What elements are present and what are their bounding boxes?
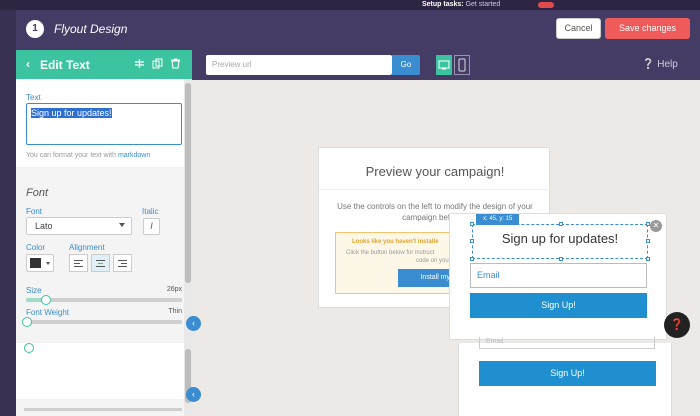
- resize-handle[interactable]: [470, 222, 474, 226]
- markdown-link[interactable]: markdown: [118, 152, 150, 159]
- italic-label: Italic: [142, 207, 159, 216]
- card-divider: [319, 189, 551, 190]
- layers-icon[interactable]: [134, 58, 145, 69]
- preview-title: Preview your campaign!: [365, 164, 505, 179]
- chevron-down-icon: [119, 223, 125, 227]
- flyout-preview: ✕ x: 45, y: 15 Sign up for updates! Emai…: [449, 213, 667, 340]
- text-input[interactable]: Sign up for updates!: [26, 103, 182, 145]
- resize-handle[interactable]: [559, 257, 563, 261]
- help-link[interactable]: ❔ Help: [642, 59, 678, 70]
- coordinate-tooltip: x: 45, y: 15: [476, 214, 520, 225]
- preview-url-input[interactable]: Preview url: [206, 55, 392, 75]
- trash-icon[interactable]: [170, 58, 181, 69]
- align-left-button[interactable]: [69, 254, 88, 272]
- markdown-hint: You can format your text with markdown: [26, 152, 150, 159]
- close-icon[interactable]: ✕: [650, 220, 662, 232]
- font-section-title: Font: [26, 187, 49, 199]
- preview-toolbar: Preview url Go ❔ Help: [192, 50, 700, 80]
- panel-header: ‹ Edit Text: [16, 50, 192, 79]
- resize-handle[interactable]: [470, 257, 474, 261]
- weight-row: Font Weight Thin: [26, 308, 182, 317]
- weight-label: Font Weight: [26, 308, 69, 317]
- align-right-button[interactable]: [113, 254, 132, 272]
- lower-canvas: Email Sign Up!: [192, 337, 700, 416]
- save-changes-button[interactable]: Save changes: [605, 18, 690, 39]
- collapse-panel-icon[interactable]: ‹: [186, 316, 201, 331]
- ghost-handle: [24, 343, 34, 353]
- page-title: Flyout Design: [54, 22, 128, 36]
- lower-signup-button[interactable]: Sign Up!: [479, 361, 656, 386]
- chat-icon[interactable]: ❓: [664, 312, 690, 338]
- help-icon: ❔: [642, 59, 655, 70]
- warning-title: Looks like you haven't installe: [352, 239, 439, 245]
- lower-flyout: Email Sign Up!: [458, 337, 672, 416]
- cancel-button[interactable]: Cancel: [556, 18, 601, 39]
- resize-handle[interactable]: [646, 257, 650, 261]
- hint-text: You can format your text with: [26, 152, 117, 159]
- lower-scrollbar[interactable]: [184, 343, 192, 416]
- color-picker[interactable]: [26, 254, 54, 272]
- font-value: Lato: [35, 221, 53, 231]
- lower-email-field[interactable]: Email: [479, 337, 655, 349]
- signup-button[interactable]: Sign Up!: [470, 293, 647, 318]
- size-value: 26px: [166, 286, 182, 293]
- flyout-design-header: 1 Flyout Design Cancel Save changes: [16, 10, 700, 50]
- size-slider[interactable]: [26, 295, 182, 305]
- weight-value: Thin: [168, 308, 182, 315]
- weight-slider-handle[interactable]: [22, 317, 32, 327]
- alignment-label: Alignment: [69, 243, 105, 252]
- mobile-icon[interactable]: [454, 55, 470, 75]
- size-slider-handle[interactable]: [41, 295, 51, 305]
- panel-title: Edit Text: [40, 58, 90, 72]
- font-select[interactable]: Lato: [26, 217, 132, 235]
- setup-tasks-text: Get started: [465, 1, 501, 8]
- resize-handle[interactable]: [559, 222, 563, 226]
- resize-handle[interactable]: [646, 222, 650, 226]
- setup-tasks: Setup tasks: Get started: [422, 1, 500, 8]
- go-button[interactable]: Go: [392, 55, 420, 75]
- desktop-icon[interactable]: [436, 55, 452, 75]
- color-swatch: [30, 258, 41, 268]
- font-label: Font: [26, 207, 43, 216]
- selected-text: Sign up for updates!: [31, 108, 112, 118]
- text-label: Text: [26, 93, 41, 102]
- scrollbar-thumb[interactable]: [185, 83, 191, 283]
- size-label: Size: [26, 286, 42, 295]
- color-label: Color: [26, 243, 46, 252]
- size-row: Size 26px: [26, 286, 182, 295]
- color-caret-icon: [46, 262, 50, 265]
- italic-toggle[interactable]: I: [143, 218, 160, 235]
- lower-panel-ghost: [16, 343, 192, 416]
- help-label: Help: [657, 59, 678, 70]
- flyout-heading[interactable]: Sign up for updates!: [472, 231, 648, 246]
- background-app-bar: Setup tasks: Get started: [0, 0, 700, 10]
- step-number: 1: [26, 20, 44, 38]
- notification-badge: [538, 2, 554, 8]
- duplicate-icon[interactable]: [152, 58, 163, 69]
- email-field[interactable]: Email: [470, 263, 647, 288]
- setup-tasks-label: Setup tasks:: [422, 1, 464, 8]
- align-center-button[interactable]: [91, 254, 110, 272]
- ghost-slider: [24, 408, 182, 411]
- back-arrow-icon[interactable]: ‹: [26, 57, 30, 71]
- weight-slider[interactable]: [22, 317, 182, 327]
- collapse-panel-icon[interactable]: ‹: [186, 387, 201, 402]
